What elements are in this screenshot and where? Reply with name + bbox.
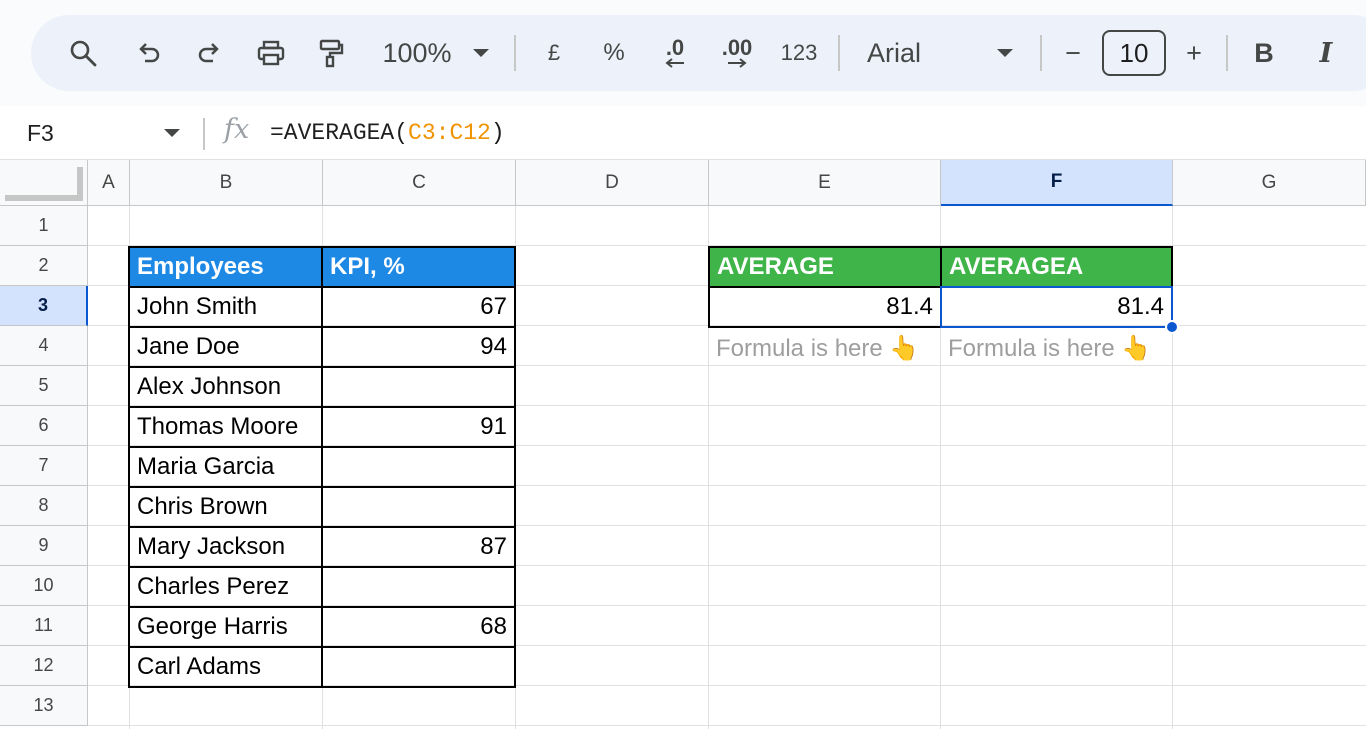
fx-icon: fx [224,114,250,145]
decrease-decimal-button[interactable]: .0 [655,15,695,91]
font-size-input[interactable]: 10 [1102,30,1166,76]
currency-label: £ [547,40,561,65]
formula-input[interactable]: =AVERAGEA(C3:C12) [270,120,505,146]
formula-note-f: Formula is here 👆 [948,334,1152,362]
number-format-label: 123 [780,40,818,65]
font-name: Arial [867,37,922,68]
print-icon[interactable] [251,15,291,91]
employee-name-cell[interactable]: Carl Adams [128,646,323,688]
averagea-header-cell[interactable]: AVERAGEA [940,246,1173,288]
kpi-value-cell[interactable] [321,486,516,528]
row-header-10[interactable]: 10 [0,566,88,606]
percent-label: % [603,39,625,66]
employee-name-cell[interactable]: Thomas Moore [128,406,323,448]
employee-name-cell[interactable]: Alex Johnson [128,366,323,408]
italic-button[interactable]: I [1311,15,1341,91]
spreadsheet-grid: A B C D E F G 1 2 3 4 5 6 7 8 9 10 11 12… [0,160,1366,729]
zoom-dropdown-icon[interactable] [471,15,491,91]
font-size-value: 10 [1119,37,1149,68]
font-family-dropdown-icon[interactable] [995,15,1015,91]
arrow-left-icon [665,58,684,68]
increase-decimal-button[interactable]: .00 [715,15,759,91]
name-box-dropdown-icon[interactable] [164,129,180,137]
select-all-corner[interactable] [0,160,88,206]
number-format-button[interactable]: 123 [779,15,819,91]
kpi-value-cell[interactable]: 91 [321,406,516,448]
kpi-value-cell[interactable] [321,646,516,688]
toolbar-divider [1040,35,1042,71]
gridline [88,725,1366,726]
row-header-2[interactable]: 2 [0,246,88,286]
minus-icon: − [1065,37,1081,68]
column-header-d[interactable]: D [516,160,709,206]
average-header-cell[interactable]: AVERAGE [708,246,942,288]
employee-name-cell[interactable]: John Smith [128,286,323,328]
italic-icon: I [1319,37,1333,69]
formula-prefix: =AVERAGEA( [270,120,409,146]
kpi-value-cell[interactable]: 67 [321,286,516,328]
redo-icon[interactable] [189,15,229,91]
column-header-g[interactable]: G [1173,160,1366,206]
formula-bar: F3 fx =AVERAGEA(C3:C12) [0,106,1366,160]
decrease-font-size-button[interactable]: − [1058,15,1088,91]
employee-name-cell[interactable]: George Harris [128,606,323,648]
formula-note-e: Formula is here 👆 [716,334,920,362]
kpi-value-cell[interactable]: 87 [321,526,516,568]
decrease-decimal-label: .0 [665,35,685,60]
increase-font-size-button[interactable]: + [1179,15,1209,91]
row-header-11[interactable]: 11 [0,606,88,646]
percent-format-button[interactable]: % [599,15,629,91]
formula-range: C3:C12 [408,120,491,146]
toolbar-divider [514,35,516,71]
row-header-1[interactable]: 1 [0,206,88,246]
zoom-value: 100% [382,37,452,68]
row-header-4[interactable]: 4 [0,326,88,366]
employee-name-cell[interactable]: Charles Perez [128,566,323,608]
row-header-13[interactable]: 13 [0,686,88,726]
row-header-5[interactable]: 5 [0,366,88,406]
name-box[interactable]: F3 [27,120,54,147]
bold-button[interactable]: B [1249,15,1279,91]
average-value-cell[interactable]: 81.4 [708,286,942,328]
employees-header-cell[interactable]: Employees [128,246,323,288]
toolbar: 100% £ % .0 .00 123 Arial − 10 + B I [31,15,1366,91]
employee-name-cell[interactable]: Mary Jackson [128,526,323,568]
employee-name-cell[interactable]: Chris Brown [128,486,323,528]
row-header-7[interactable]: 7 [0,446,88,486]
kpi-header-cell[interactable]: KPI, % [321,246,516,288]
toolbar-area: 100% £ % .0 .00 123 Arial − 10 + B I [0,0,1366,106]
kpi-value-cell[interactable] [321,566,516,608]
kpi-value-cell[interactable] [321,366,516,408]
search-icon[interactable] [63,15,103,91]
increase-decimal-label: .00 [721,35,753,60]
row-header-6[interactable]: 6 [0,406,88,446]
active-cell-highlight [940,286,1173,328]
font-family-select[interactable]: Arial [867,15,937,91]
row-header-8[interactable]: 8 [0,486,88,526]
formula-suffix: ) [490,120,505,146]
employee-name-cell[interactable]: Jane Doe [128,326,323,368]
paint-format-icon[interactable] [311,15,351,91]
toolbar-divider [838,35,840,71]
kpi-value-cell[interactable] [321,446,516,488]
arrow-right-icon [728,58,747,68]
column-header-c[interactable]: C [323,160,516,206]
toolbar-divider [1226,35,1228,71]
zoom-select[interactable]: 100% [377,15,457,91]
plus-icon: + [1186,37,1202,68]
column-header-a[interactable]: A [88,160,130,206]
formula-bar-divider [203,118,205,150]
column-header-e[interactable]: E [709,160,941,206]
row-header-3[interactable]: 3 [0,286,88,326]
employee-name-cell[interactable]: Maria Garcia [128,446,323,488]
kpi-value-cell[interactable]: 68 [321,606,516,648]
column-header-b[interactable]: B [130,160,323,206]
column-header-f[interactable]: F [941,160,1173,206]
row-header-12[interactable]: 12 [0,646,88,686]
undo-icon[interactable] [129,15,169,91]
currency-format-button[interactable]: £ [539,15,569,91]
row-header-9[interactable]: 9 [0,526,88,566]
kpi-value-cell[interactable]: 94 [321,326,516,368]
bold-icon: B [1254,37,1274,68]
